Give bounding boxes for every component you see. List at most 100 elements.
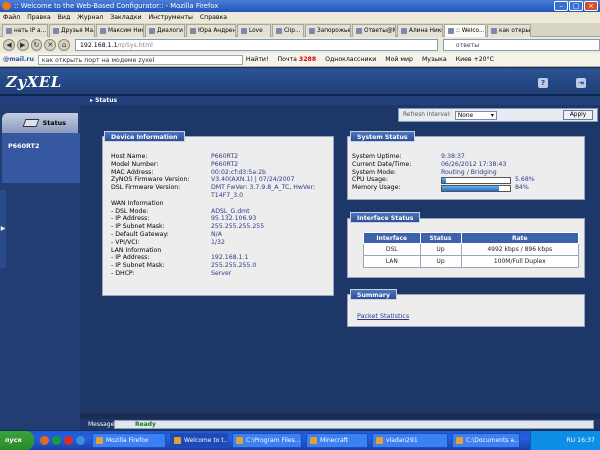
window-title-bar: :: Welcome to the Web-Based Configurator… <box>0 0 600 12</box>
stop-icon[interactable]: ✕ <box>44 39 57 51</box>
menu-item[interactable]: Справка <box>200 12 227 23</box>
menu-item[interactable]: Закладки <box>110 12 141 23</box>
device-info-label: MAC Address: <box>111 168 154 176</box>
sidebar-tab-status[interactable]: Status <box>2 113 78 133</box>
taskbar-item[interactable]: vladan291 <box>372 433 448 448</box>
browser-tab[interactable]: Запорожье <box>305 24 351 37</box>
browser-tab[interactable]: Диалоги <box>145 24 185 37</box>
minimize-button[interactable]: – <box>554 1 568 11</box>
browser-tab[interactable]: как открыт... <box>487 24 531 37</box>
device-info-value: 255.255.255.255 <box>211 223 265 231</box>
interface-rate: 100M/Full Duplex <box>460 255 580 268</box>
language-indicator[interactable]: RU <box>566 437 575 444</box>
cpu-usage-value: 5.68% <box>515 176 535 183</box>
firefox-quicklaunch-icon[interactable] <box>40 436 49 445</box>
browser-tab[interactable]: Clip... <box>272 24 304 37</box>
device-info-value: 1/32 <box>211 238 225 246</box>
browser-tab[interactable]: Love <box>237 24 271 37</box>
apply-button[interactable]: Apply <box>563 110 593 120</box>
window-title: :: Welcome to the Web-Based Configurator… <box>14 2 219 10</box>
browser-tab[interactable]: Максим Ник... <box>96 24 144 37</box>
tab-bar: нать IP а... Друзья Ма... Максим Ник... Диа… <box>0 23 600 37</box>
reload-icon[interactable]: ↻ <box>30 39 43 51</box>
firefox-icon <box>2 2 11 10</box>
cpu-label: CPU Usage: <box>352 176 388 184</box>
menu-item[interactable]: Правка <box>27 12 51 23</box>
tab-favicon-icon <box>448 28 454 34</box>
browser-tab[interactable]: Алина Нико... <box>397 24 443 37</box>
sidebar-tab-label: Status <box>42 119 66 127</box>
device-info-label: ZyNOS Firmware Version: <box>111 176 190 184</box>
url-bar[interactable]: 192.168.1.1/rpSys.html <box>74 39 438 51</box>
message-label: Message <box>88 421 115 428</box>
maximize-button[interactable]: □ <box>569 1 583 11</box>
cpu-usage-bar <box>441 177 511 184</box>
mailru-mail-link[interactable]: Почта 3288 <box>277 53 316 67</box>
datetime-value: 06/26/2012 17:38:43 <box>441 160 507 168</box>
opera-quicklaunch-icon[interactable] <box>64 436 73 445</box>
mailru-search-input[interactable]: как открыть порт на модеме zyxel <box>37 54 243 65</box>
interface-name: LAN <box>363 255 421 268</box>
tab-favicon-icon <box>149 28 155 34</box>
sidebar-device-name[interactable]: P660RT2 <box>2 133 80 183</box>
menu-item[interactable]: Вид <box>58 12 71 23</box>
sidebar-collapse-icon[interactable]: ▶ <box>0 190 6 268</box>
quicklaunch-icon[interactable] <box>76 436 85 445</box>
back-icon[interactable]: ◀ <box>3 39 15 51</box>
home-icon[interactable]: ⌂ <box>58 39 70 51</box>
taskbar-item[interactable]: Mozilla Firefox <box>92 433 166 448</box>
taskbar-item[interactable]: C:\Documents a... <box>452 433 520 448</box>
device-info-value: Server <box>211 270 232 277</box>
browser-tab[interactable]: нать IP а... <box>2 24 48 37</box>
datetime-label: Current Date/Time: <box>352 160 412 168</box>
taskbar-app-icon <box>174 437 181 444</box>
interface-status: Up <box>419 255 462 268</box>
device-info-value: 255.255.255.0 <box>211 262 257 270</box>
interface-rate: 4992 kbps / 896 kbps <box>460 243 580 256</box>
cpu-usage-fill <box>442 178 446 183</box>
start-button[interactable]: пуск <box>0 431 34 450</box>
refresh-interval-select[interactable]: None <box>454 110 497 120</box>
device-info-value: V3.40(AXN.1) | 07/24/2007 <box>211 176 295 184</box>
help-icon[interactable]: ? <box>538 78 548 88</box>
search-input[interactable]: ответы <box>442 39 600 51</box>
interface-name: DSL <box>363 243 421 256</box>
tab-favicon-icon <box>356 28 362 34</box>
tab-label: Диалоги <box>157 28 183 34</box>
device-info-title: Device Information <box>104 131 185 142</box>
mailru-odnoklassniki-link[interactable]: Одноклассники <box>325 53 376 67</box>
packet-statistics-link[interactable]: Packet Statistics <box>357 312 409 320</box>
mailru-music-link[interactable]: Музыка <box>422 53 447 67</box>
interface-table: Interface Status Rate DSL Up 4992 kbps /… <box>363 232 580 268</box>
summary-title: Summary <box>350 289 398 300</box>
browser-tab[interactable]: :: Welco... <box>444 24 486 37</box>
device-info-label: - DHCP: <box>111 270 135 277</box>
taskbar-item[interactable]: Minecraft <box>306 433 368 448</box>
menu-item[interactable]: Файл <box>3 12 20 23</box>
taskbar-item[interactable]: C:\Program Files... <box>232 433 302 448</box>
mailru-weather-link[interactable]: Киев +20°C <box>456 53 494 67</box>
tab-favicon-icon <box>276 28 282 34</box>
mailru-toolbar: @mail.ru как открыть порт на модеме zyxe… <box>0 53 600 67</box>
quicklaunch-icon[interactable] <box>52 436 61 445</box>
router-icon <box>22 119 40 127</box>
sidebar: Status P660RT2 ▶ <box>0 105 80 413</box>
mailru-logo: @mail.ru <box>3 55 34 63</box>
menu-item[interactable]: Журнал <box>77 12 103 23</box>
taskbar-item[interactable]: Welcome to t... <box>170 433 228 448</box>
memory-usage-bar <box>441 185 511 192</box>
browser-tab[interactable]: Юра Андренко <box>186 24 236 37</box>
forward-icon[interactable]: ▶ <box>16 39 29 51</box>
message-bar: Message Ready <box>80 419 600 430</box>
table-row: DSL Up 4992 kbps / 896 kbps <box>363 243 580 256</box>
memory-label: Memory Usage: <box>352 184 401 192</box>
logout-icon[interactable]: ⇥ <box>576 78 586 88</box>
taskbar-item-label: Minecraft <box>320 437 349 444</box>
browser-tab[interactable]: Ответы@Ma... <box>352 24 396 37</box>
browser-tab[interactable]: Друзья Ма... <box>49 24 95 37</box>
taskbar-item-label: Mozilla Firefox <box>106 437 149 444</box>
mailru-find-button[interactable]: Найти! <box>246 53 269 67</box>
mailru-mymir-link[interactable]: Мой мир <box>385 53 413 67</box>
close-button[interactable]: × <box>584 1 598 11</box>
menu-item[interactable]: Инструменты <box>149 12 193 23</box>
